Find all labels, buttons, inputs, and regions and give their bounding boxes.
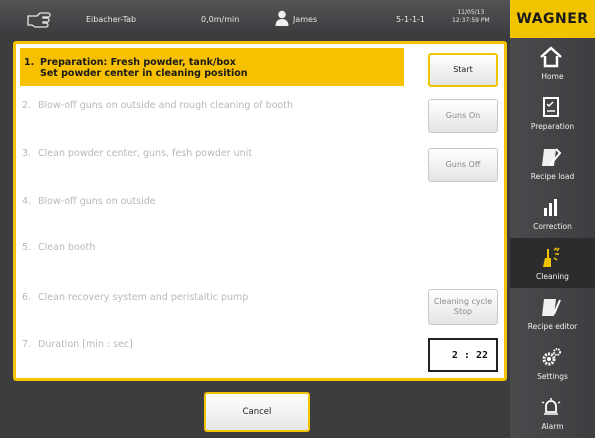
- step-text: Clean powder center, guns, fesh powder u…: [38, 148, 253, 159]
- sidebar-item-preparation[interactable]: Preparation: [510, 88, 595, 138]
- step-number: 4.: [22, 196, 32, 207]
- step-text: Clean booth: [38, 242, 96, 253]
- step-text: Blow-off guns on outside and rough clean…: [38, 100, 293, 111]
- step-5: 5. Clean booth: [22, 242, 95, 253]
- recipe-load-icon: [542, 148, 562, 166]
- sidebar-item-alarm[interactable]: Alarm: [510, 388, 595, 438]
- sidebar-item-label: Recipe load: [530, 172, 575, 181]
- step-1-active: 1. Preparation: Fresh powder, tank/box Se…: [20, 48, 404, 86]
- step-text-line2: Set powder center in cleaning position: [40, 68, 248, 79]
- sidebar-item-home[interactable]: Home: [510, 38, 595, 88]
- step-number: 3.: [22, 148, 32, 159]
- hand-icon[interactable]: [26, 10, 52, 28]
- step-number: 2.: [22, 100, 32, 111]
- sidebar-item-recipe-editor[interactable]: Recipe editor: [510, 288, 595, 338]
- step-4: 4. Blow-off guns on outside: [22, 196, 156, 207]
- sidebar-item-label: Cleaning: [536, 272, 569, 281]
- home-icon: [540, 46, 562, 68]
- sidebar-item-correction[interactable]: Correction: [510, 188, 595, 238]
- cancel-button[interactable]: Cancel: [204, 392, 310, 432]
- date-text: 11/05/13: [457, 9, 485, 16]
- sidebar-item-cleaning[interactable]: Cleaning: [510, 238, 595, 288]
- step-text: Blow-off guns on outside: [38, 196, 156, 207]
- step-number: 7.: [22, 339, 32, 350]
- step-number: 1.: [24, 57, 35, 68]
- alarm-icon: [541, 398, 561, 415]
- sidebar-item-label: Home: [541, 72, 564, 81]
- user-icon: [275, 10, 289, 26]
- step-text: Clean recovery system and peristaltic pu…: [38, 292, 249, 303]
- top-status-bar: Eibacher-Tab 0,0m/min James 5-1-1-1 11/0…: [0, 0, 510, 38]
- cleaning-steps-panel: 1. Preparation: Fresh powder, tank/box Se…: [13, 41, 507, 381]
- step-6: 6. Clean recovery system and peristaltic …: [22, 292, 248, 303]
- station-name: Eibacher-Tab: [86, 15, 137, 24]
- step-number: 6.: [22, 292, 32, 303]
- step-3: 3. Clean powder center, guns, fesh powder…: [22, 148, 252, 159]
- conveyor-speed: 0,0m/min: [201, 15, 240, 24]
- step-2: 2. Blow-off guns on outside and rough cle…: [22, 100, 293, 111]
- step-number: 5.: [22, 242, 32, 253]
- bar-chart-icon: [544, 199, 557, 216]
- user-name: James: [293, 15, 318, 24]
- sidebar-item-label: Correction: [533, 222, 572, 231]
- sidebar-item-label: Alarm: [541, 422, 564, 431]
- sidebar-item-recipe-load[interactable]: Recipe load: [510, 138, 595, 188]
- cleaning-cycle-stop-button[interactable]: Cleaning cycle Stop: [428, 289, 498, 325]
- cleaning-icon: [543, 247, 560, 267]
- status-code: 5-1-1-1: [396, 15, 426, 24]
- checklist-icon: [543, 97, 559, 117]
- time-text: 12:37:59 PM: [452, 17, 490, 24]
- sidebar-item-label: Settings: [537, 372, 568, 381]
- step-text: Preparation: Fresh powder, tank/box: [40, 57, 236, 68]
- sidebar-item-settings[interactable]: Settings: [510, 338, 595, 388]
- duration-display: 2 : 22: [428, 338, 498, 372]
- recipe-editor-icon: [542, 299, 561, 316]
- step-7: 7. Duration [min : sec]: [22, 339, 133, 350]
- sidebar-nav: Home Preparation Recipe load Correction …: [510, 38, 595, 438]
- button-label-line1: Cleaning cycle: [433, 297, 493, 306]
- guns-off-button[interactable]: Guns Off: [428, 148, 498, 182]
- date-time: 11/05/13 12:37:59 PM: [452, 9, 490, 25]
- gears-icon: [542, 348, 561, 366]
- logo-text: WAGNER: [516, 11, 589, 27]
- start-button[interactable]: Start: [428, 53, 498, 87]
- step-text: Duration [min : sec]: [38, 339, 133, 350]
- button-label-line2: Stop: [453, 307, 473, 316]
- wagner-logo: WAGNER: [510, 0, 595, 38]
- sidebar-item-label: Recipe editor: [527, 322, 578, 331]
- sidebar-item-label: Preparation: [530, 122, 575, 131]
- guns-on-button[interactable]: Guns On: [428, 99, 498, 133]
